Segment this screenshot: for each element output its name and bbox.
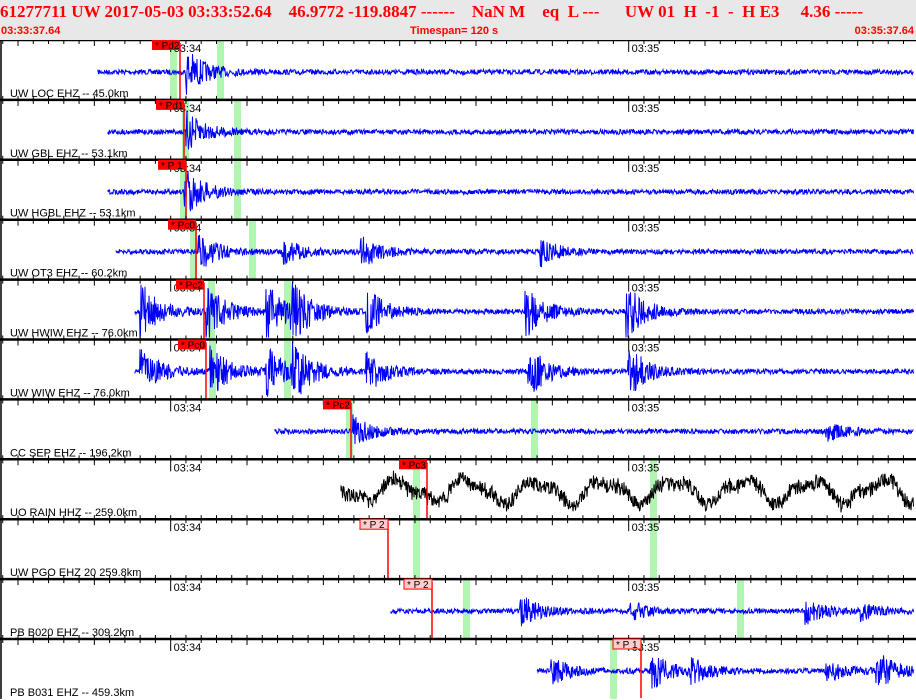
channel-panel[interactable]: 03:34 03:35 * Pc3 UO RAIN HHZ -- 259.0km <box>0 455 916 520</box>
channel-panel[interactable]: 03:3403:35* Pc0UW WIW EHZ -- 76.0km <box>0 335 916 400</box>
time-label: 03:35 <box>632 402 660 414</box>
channel-label: UW PGO EHZ 20 259.8km <box>10 567 141 579</box>
waveform-trace <box>107 170 914 212</box>
time-label: 03:35 <box>632 163 660 175</box>
timespan: Timespan= 120 s <box>410 25 499 37</box>
time-label: 03:34 <box>174 642 202 654</box>
pick-label: * Pc0 <box>181 341 205 352</box>
end-time: 03:35:37.64 <box>854 25 914 37</box>
pick-label: * Pd1 <box>159 101 184 112</box>
time-label: 03:34 <box>174 462 202 474</box>
time-label: 03:35 <box>632 223 660 235</box>
channel-panel[interactable]: 03:34 03:35* Pd2UW LOC EHZ -- 45.0km <box>0 40 916 100</box>
channel-panel[interactable]: 03:34 03:35 * P 2 UW PGO EHZ 20 259.8km <box>0 515 916 580</box>
time-label: 03:35 <box>632 343 660 355</box>
phase-window[interactable] <box>413 520 420 580</box>
time-label: 03:34 <box>174 582 202 594</box>
start-time: 03:33:37.64 <box>1 25 61 37</box>
channel-panel[interactable]: 03:3403:35* Pc0UW OT3 EHZ -- 60.2km <box>0 215 916 280</box>
pick-label: * P 2 <box>407 580 429 591</box>
time-label: 03:35 <box>632 582 660 594</box>
time-label: 03:35 <box>632 103 660 115</box>
channel-panel[interactable]: 03:34 03:35* P 1UW HGBL EHZ -- 53.1km <box>0 155 916 220</box>
pick-label: * Pc2 <box>179 281 203 292</box>
channel-label: CC SEP EHZ -- 196.2km <box>10 447 131 459</box>
channel-label: UW HGBL EHZ -- 53.1km <box>10 208 136 220</box>
pick-label: * P 2 <box>363 520 385 531</box>
channel-panel[interactable]: 03:34 03:35* P 1PB B031 EHZ -- 459.3km <box>0 635 916 699</box>
channel-panel[interactable]: 03:34 03:35* Pd1UW GBL EHZ -- 53.1km <box>0 95 916 160</box>
channel-panel[interactable]: 03:34 03:35 * P 2 PB B020 EHZ -- 309.2km <box>0 575 916 639</box>
pick-label: * Pc0 <box>171 221 195 232</box>
event-header: 61277711 UW 2017-05-03 03:33:52.64 46.97… <box>0 0 916 40</box>
time-label: 03:34 <box>174 402 202 414</box>
time-label: 03:35 <box>632 462 660 474</box>
waveform-trace <box>134 341 914 397</box>
time-label: 03:35 <box>632 43 660 55</box>
channel-label: PB B020 EHZ -- 309.2km <box>10 627 134 639</box>
channel-label: UW LOC EHZ -- 45.0km <box>10 88 129 100</box>
seismogram-panels[interactable]: 03:34 03:35 * Pd2 UW LOC EHZ -- 45.0km 03:34… <box>0 40 916 700</box>
pick-label: * Pc3 <box>402 460 426 471</box>
pick-label: * P 1 <box>161 161 183 172</box>
channel-label: UW WIW EHZ -- 76.0km <box>10 387 130 399</box>
waveform-trace <box>134 281 914 338</box>
pick-label: * Pc2 <box>326 400 350 411</box>
time-label: 03:35 <box>632 522 660 534</box>
event-summary: 61277711 UW 2017-05-03 03:33:52.64 46.97… <box>0 2 863 21</box>
pick-label: * Pd2 <box>155 41 180 52</box>
waveform-trace <box>115 234 914 268</box>
time-label: 03:34 <box>174 522 202 534</box>
channel-panel[interactable]: 03:34 03:35 * Pc2 CC SEP EHZ -- 196.2km <box>0 395 916 460</box>
channel-label: UO RAIN HHZ -- 259.0km <box>10 507 137 519</box>
waveform-trace <box>536 655 914 689</box>
channel-label: UW HWIW EHZ -- 76.0km <box>10 328 138 340</box>
waveform-trace <box>274 414 914 445</box>
waveform-trace <box>107 110 914 150</box>
channel-label: PB B031 EHZ -- 459.3km <box>10 687 134 699</box>
time-label: 03:35 <box>632 283 660 295</box>
pick-label: * P 1 <box>616 640 638 651</box>
channel-panel[interactable]: 03:3403:35* Pc2UW HWIW EHZ -- 76.0km <box>0 275 916 340</box>
